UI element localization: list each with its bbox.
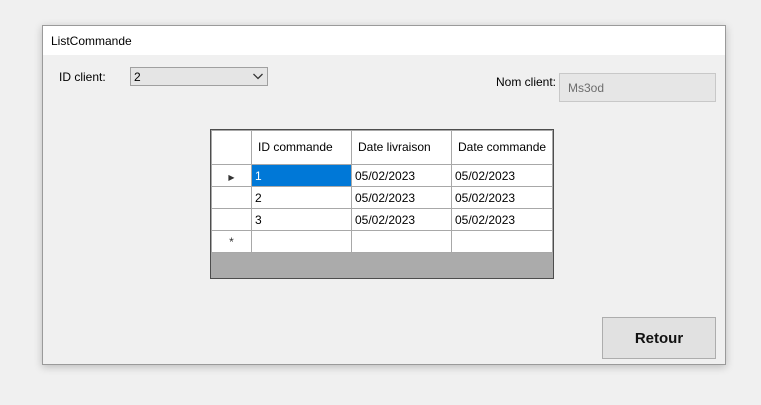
- table-row[interactable]: 2 05/02/2023 05/02/2023: [211, 186, 553, 209]
- new-cell-date-commande[interactable]: [451, 230, 553, 253]
- grid-header-row: ID commande Date livraison Date commande: [211, 130, 553, 165]
- cell-date-commande[interactable]: 05/02/2023: [451, 164, 553, 187]
- cell-date-commande[interactable]: 05/02/2023: [451, 208, 553, 231]
- row-header-cell[interactable]: *: [211, 230, 252, 253]
- new-row-icon: *: [229, 234, 234, 249]
- nom-client-value: Ms3od: [568, 81, 605, 95]
- commandes-grid[interactable]: ID commande Date livraison Date commande…: [210, 129, 554, 279]
- cell-date-livraison[interactable]: 05/02/2023: [351, 208, 452, 231]
- column-header-date-commande[interactable]: Date commande: [451, 130, 553, 165]
- table-row[interactable]: ▶ 1 05/02/2023 05/02/2023: [211, 164, 553, 187]
- row-header-cell[interactable]: ▶: [211, 164, 252, 187]
- new-cell-id-commande[interactable]: [251, 230, 352, 253]
- new-row[interactable]: *: [211, 230, 553, 253]
- chevron-down-icon[interactable]: [251, 68, 265, 85]
- grid-corner-cell[interactable]: [211, 130, 252, 165]
- cell-id-commande[interactable]: 2: [251, 186, 352, 209]
- nom-client-label: Nom client:: [496, 75, 557, 89]
- retour-button[interactable]: Retour: [602, 317, 716, 359]
- row-header-cell[interactable]: [211, 208, 252, 231]
- column-header-id-commande[interactable]: ID commande: [251, 130, 352, 165]
- cell-date-livraison[interactable]: 05/02/2023: [351, 164, 452, 187]
- list-commande-window: ListCommande ID client: 2 Nom client: Ms…: [42, 25, 726, 365]
- table-row[interactable]: 3 05/02/2023 05/02/2023: [211, 208, 553, 231]
- title-bar: ListCommande: [43, 26, 725, 55]
- commandes-table: ID commande Date livraison Date commande…: [211, 130, 553, 253]
- cell-date-livraison[interactable]: 05/02/2023: [351, 186, 452, 209]
- window-title: ListCommande: [51, 34, 132, 48]
- cell-date-commande[interactable]: 05/02/2023: [451, 186, 553, 209]
- row-pointer-icon: ▶: [228, 172, 235, 182]
- cell-id-commande[interactable]: 1: [251, 164, 352, 187]
- new-cell-date-livraison[interactable]: [351, 230, 452, 253]
- column-header-date-livraison[interactable]: Date livraison: [351, 130, 452, 165]
- cell-id-commande[interactable]: 3: [251, 208, 352, 231]
- id-client-value: 2: [134, 70, 141, 84]
- id-client-combobox[interactable]: 2: [130, 67, 268, 86]
- row-header-cell[interactable]: [211, 186, 252, 209]
- nom-client-field[interactable]: Ms3od: [559, 73, 716, 102]
- id-client-label: ID client:: [59, 70, 106, 84]
